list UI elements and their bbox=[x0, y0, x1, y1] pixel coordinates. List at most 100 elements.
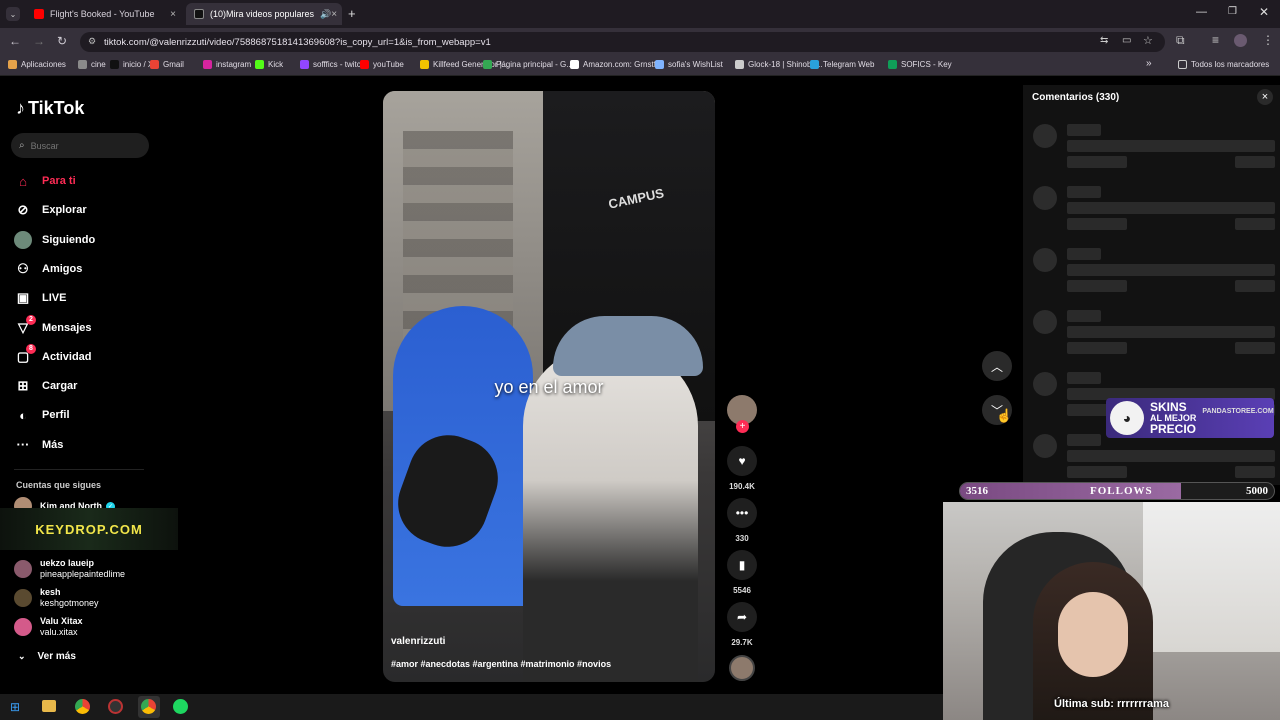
bookmark-item[interactable]: instagram bbox=[203, 60, 251, 69]
cast-icon[interactable]: ▭ bbox=[1122, 35, 1131, 46]
video-caption: yo en el amor bbox=[494, 377, 604, 397]
translate-icon[interactable]: ⇆ bbox=[1100, 35, 1108, 46]
tab-search-icon[interactable]: ⌄ bbox=[6, 7, 20, 21]
bookmark-item[interactable]: Aplicaciones bbox=[8, 60, 66, 69]
search-input[interactable] bbox=[30, 140, 131, 151]
bookmark-item[interactable]: Página principal - G... bbox=[483, 60, 573, 69]
extensions-icon[interactable]: ⧉ bbox=[1176, 33, 1185, 48]
profile-avatar-icon[interactable] bbox=[1234, 34, 1247, 47]
audio-playing-icon[interactable]: 🔊 bbox=[320, 9, 331, 20]
new-tab-button[interactable]: + bbox=[348, 6, 356, 21]
following-account-kesh[interactable]: kesh keshgotmoney bbox=[14, 587, 99, 609]
account-username: keshgotmoney bbox=[40, 598, 99, 608]
more-bookmarks-button[interactable]: » bbox=[1146, 58, 1152, 69]
forward-icon[interactable]: → bbox=[33, 34, 45, 48]
bookmark-icon: ▮ bbox=[738, 558, 746, 572]
comment-button[interactable]: ••• bbox=[727, 498, 757, 528]
close-comments-button[interactable]: × bbox=[1257, 89, 1273, 105]
bookmark-item[interactable]: cine bbox=[78, 60, 106, 69]
tiktok-logo-text: TikTok bbox=[28, 98, 85, 118]
sidebar-item-activity[interactable]: ▢ 8 Actividad bbox=[14, 343, 92, 366]
comments-title: Comentarios (330) bbox=[1032, 92, 1120, 103]
sidebar-item-messages[interactable]: ▽ 2 Mensajes bbox=[14, 314, 92, 337]
file-explorer-icon[interactable] bbox=[42, 700, 56, 712]
sidebar-item-home[interactable]: ⌂ Para ti bbox=[14, 172, 76, 190]
sidebar-item-upload[interactable]: ⊞ Cargar bbox=[14, 377, 78, 395]
mouse-cursor-icon: ☝ bbox=[996, 408, 1013, 423]
bookmark-item[interactable]: Telegram Web bbox=[810, 60, 874, 69]
skeleton-line bbox=[1235, 156, 1275, 168]
like-button[interactable]: ♥ bbox=[727, 446, 757, 476]
skeleton-line bbox=[1067, 434, 1101, 446]
bookmark-item[interactable]: inicio / X bbox=[110, 60, 153, 69]
bookmark-item[interactable]: SOFICS - Key bbox=[888, 60, 952, 69]
bookmark-item[interactable]: Amazon.com: Grnstf... bbox=[570, 60, 663, 69]
bookmark-favicon-icon bbox=[888, 60, 897, 69]
minimize-window-icon[interactable]: — bbox=[1196, 6, 1207, 18]
previous-video-button[interactable]: ︿ bbox=[982, 351, 1012, 381]
sidebar-item-label: LIVE bbox=[42, 292, 67, 305]
sidebar-item-more[interactable]: ··· Más bbox=[14, 436, 64, 454]
share-button[interactable]: ➦ bbox=[727, 602, 757, 632]
close-tab-icon[interactable]: × bbox=[331, 9, 337, 20]
all-bookmarks-folder[interactable]: Todos los marcadores bbox=[1178, 60, 1269, 69]
bookmark-favicon-icon bbox=[8, 60, 17, 69]
music-disc-icon[interactable] bbox=[729, 655, 755, 681]
ad-line1: SKINS bbox=[1150, 399, 1187, 414]
notification-badge: 2 bbox=[26, 314, 36, 325]
close-tab-icon[interactable]: × bbox=[170, 9, 176, 20]
sidebar-item-label: Perfil bbox=[42, 409, 70, 422]
bookmark-item[interactable]: Kick bbox=[255, 60, 283, 69]
restore-window-icon[interactable]: ❐ bbox=[1228, 6, 1237, 17]
cap bbox=[553, 316, 703, 376]
see-more-button[interactable]: ⌄ Ver más bbox=[18, 651, 76, 662]
account-username: pineapplepaintedlime bbox=[40, 569, 126, 579]
bookmark-item[interactable]: sofia's WishList bbox=[655, 60, 723, 69]
bookmark-favicon-icon bbox=[735, 60, 744, 69]
sidebar-item-label: Más bbox=[42, 438, 64, 451]
sidebar-item-compass[interactable]: ⊘ Explorar bbox=[14, 201, 87, 219]
tab-title: (10)Mira videos populares bbox=[210, 9, 315, 19]
follow-plus-icon[interactable]: + bbox=[736, 420, 749, 433]
sidebar-item-profile[interactable]: ◐ Perfil bbox=[14, 406, 70, 424]
search-box[interactable]: ⌕ bbox=[11, 133, 149, 158]
bookmark-item[interactable]: Gmail bbox=[150, 60, 184, 69]
bookmark-item[interactable]: sofffics - twitch bbox=[300, 60, 365, 69]
windows-start-icon[interactable]: ⊞ bbox=[10, 700, 20, 714]
chrome-profile-icon[interactable] bbox=[141, 699, 156, 714]
bookmark-label: Kick bbox=[268, 60, 284, 69]
sidebar-item-live[interactable]: ▣ LIVE bbox=[14, 289, 67, 307]
bookmark-label: SOFICS - Key bbox=[901, 60, 952, 69]
save-button[interactable]: ▮ bbox=[727, 550, 757, 580]
reading-list-icon[interactable]: ≡ bbox=[1212, 33, 1219, 47]
video-player[interactable]: CAMPUS yo en el amor valenrizzuti #amor … bbox=[383, 91, 715, 682]
back-icon[interactable]: ← bbox=[9, 34, 21, 48]
profile-icon: ◐ bbox=[19, 407, 27, 423]
following-account-pineapple[interactable]: uekzo laueip pineapplepaintedlime bbox=[14, 558, 125, 580]
tiktok-logo[interactable]: ♪ TikTok bbox=[16, 98, 84, 119]
chrome-icon[interactable] bbox=[75, 699, 90, 714]
see-more-label: Ver más bbox=[37, 651, 76, 662]
reload-icon[interactable]: ↻ bbox=[57, 34, 67, 48]
video-hashtags[interactable]: #amor #anecdotas #argentina #matrimonio … bbox=[391, 659, 611, 669]
obs-icon[interactable] bbox=[108, 699, 123, 714]
skeleton-avatar bbox=[1033, 124, 1057, 148]
close-window-icon[interactable]: ✕ bbox=[1259, 5, 1269, 19]
address-bar[interactable]: ⚙ tiktok.com/@valenrizzuti/video/7588687… bbox=[80, 32, 1165, 52]
account-username: valu.xitax bbox=[40, 627, 78, 637]
browser-menu-icon[interactable]: ⋮ bbox=[1262, 33, 1274, 47]
tab-youtube[interactable]: Flight's Booked - YouTube × bbox=[26, 3, 184, 25]
bookmark-item[interactable]: youTube bbox=[360, 60, 404, 69]
sidebar-item-friends[interactable]: ⚇ Amigos bbox=[14, 260, 82, 278]
following-account-valu-xitax[interactable]: Valu Xitax valu.xitax bbox=[14, 616, 83, 638]
sidebar-item-avatar[interactable]: Siguiendo bbox=[14, 230, 95, 249]
tab-tiktok[interactable]: (10)Mira videos populares 🔊 × bbox=[186, 3, 342, 25]
bookmark-star-icon[interactable]: ☆ bbox=[1143, 34, 1153, 47]
skeleton-line bbox=[1067, 326, 1275, 338]
keydrop-banner: KEYDROP.COM bbox=[0, 508, 178, 550]
video-author[interactable]: valenrizzuti bbox=[391, 636, 445, 647]
bookmark-favicon-icon bbox=[150, 60, 159, 69]
chevron-up-icon: ︿ bbox=[990, 359, 1003, 374]
site-info-icon[interactable]: ⚙ bbox=[88, 36, 96, 47]
spotify-icon[interactable] bbox=[173, 699, 188, 714]
